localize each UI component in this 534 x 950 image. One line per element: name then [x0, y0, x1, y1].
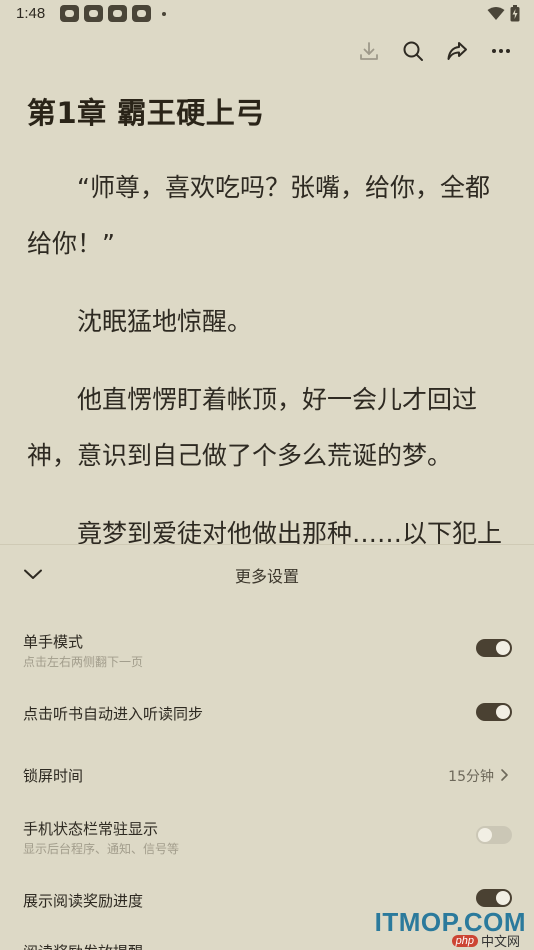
- app-notification-icon: [108, 5, 127, 22]
- app-notification-icon: [60, 5, 79, 22]
- setting-one-hand-mode[interactable]: 单手模式 点击左右两侧翻下一页: [0, 629, 534, 679]
- more-notifications-dot: [162, 12, 166, 16]
- reader-toolbar: [354, 34, 516, 68]
- setting-sublabel: 显示后台程序、通知、信号等: [23, 842, 180, 856]
- chapter-content[interactable]: “师尊，喜欢吃吗？张嘴，给你，全都给你！” 沈眠猛地惊醒。 他直愣愣盯着帐顶，好…: [27, 160, 511, 584]
- setting-label: 展示阅读奖励进度: [23, 892, 144, 910]
- reading-reward-progress-toggle[interactable]: [476, 889, 512, 907]
- status-bar-display-toggle[interactable]: [476, 826, 512, 844]
- setting-status-bar-display[interactable]: 手机状态栏常驻显示 显示后台程序、通知、信号等: [0, 816, 534, 866]
- toggle-knob: [478, 828, 492, 842]
- app-notification-icon: [84, 5, 103, 22]
- status-time: 1:48: [16, 5, 46, 22]
- setting-label: 单手模式: [23, 633, 84, 651]
- share-button[interactable]: [442, 34, 472, 68]
- setting-lock-screen-time[interactable]: 锁屏时间 15分钟: [0, 753, 534, 803]
- more-settings-sheet: 更多设置 单手模式 点击左右两侧翻下一页 点击听书自动进入听读同步 锁屏时间 1…: [0, 544, 534, 950]
- content-paragraph: 沈眠猛地惊醒。: [77, 307, 253, 336]
- search-icon: [403, 41, 423, 61]
- sheet-header: 更多设置: [0, 545, 534, 601]
- listen-sync-toggle[interactable]: [476, 703, 512, 721]
- chevron-right-icon: [501, 769, 508, 781]
- download-button[interactable]: [354, 34, 384, 68]
- notification-icons: [60, 5, 151, 22]
- lock-screen-time-value: 15分钟: [448, 769, 494, 785]
- toggle-knob: [496, 705, 510, 719]
- download-icon: [360, 42, 378, 60]
- one-hand-mode-toggle[interactable]: [476, 639, 512, 657]
- watermark-sub: php 中文网: [451, 931, 520, 950]
- battery-icon: [510, 5, 520, 22]
- setting-listen-sync[interactable]: 点击听书自动进入听读同步: [0, 691, 534, 741]
- search-button[interactable]: [398, 34, 428, 68]
- toggle-knob: [496, 891, 510, 905]
- content-paragraph: 他直愣愣盯着帐顶，好一会儿才回过神，意识到自己做了个多么荒诞的梦。: [27, 385, 478, 470]
- php-badge: php: [451, 934, 478, 947]
- chapter-title: 第1章 霸王硬上弓: [27, 96, 265, 130]
- more-button[interactable]: [486, 34, 516, 68]
- content-paragraph: “师尊，喜欢吃吗？张嘴，给你，全都给你！”: [27, 173, 490, 258]
- setting-label: 阅读奖励发放提醒: [23, 941, 143, 950]
- wifi-icon: [487, 6, 505, 20]
- app-notification-icon: [132, 5, 151, 22]
- status-indicators: [487, 5, 520, 22]
- setting-label: 点击听书自动进入听读同步: [23, 705, 204, 723]
- toggle-knob: [496, 641, 510, 655]
- status-bar: 1:48: [0, 0, 534, 30]
- reader-screen: 1:48 第1章 霸王硬上弓 “师尊，喜欢吃吗？张嘴，给你，全都给你！” 沈眠猛…: [0, 0, 534, 950]
- share-icon: [447, 42, 467, 60]
- setting-label: 锁屏时间: [23, 767, 84, 785]
- more-icon: [492, 49, 510, 53]
- watermark-sub-text: 中文网: [480, 935, 520, 950]
- sheet-title: 更多设置: [234, 567, 299, 586]
- setting-sublabel: 点击左右两侧翻下一页: [23, 655, 144, 669]
- setting-label: 手机状态栏常驻显示: [23, 820, 159, 838]
